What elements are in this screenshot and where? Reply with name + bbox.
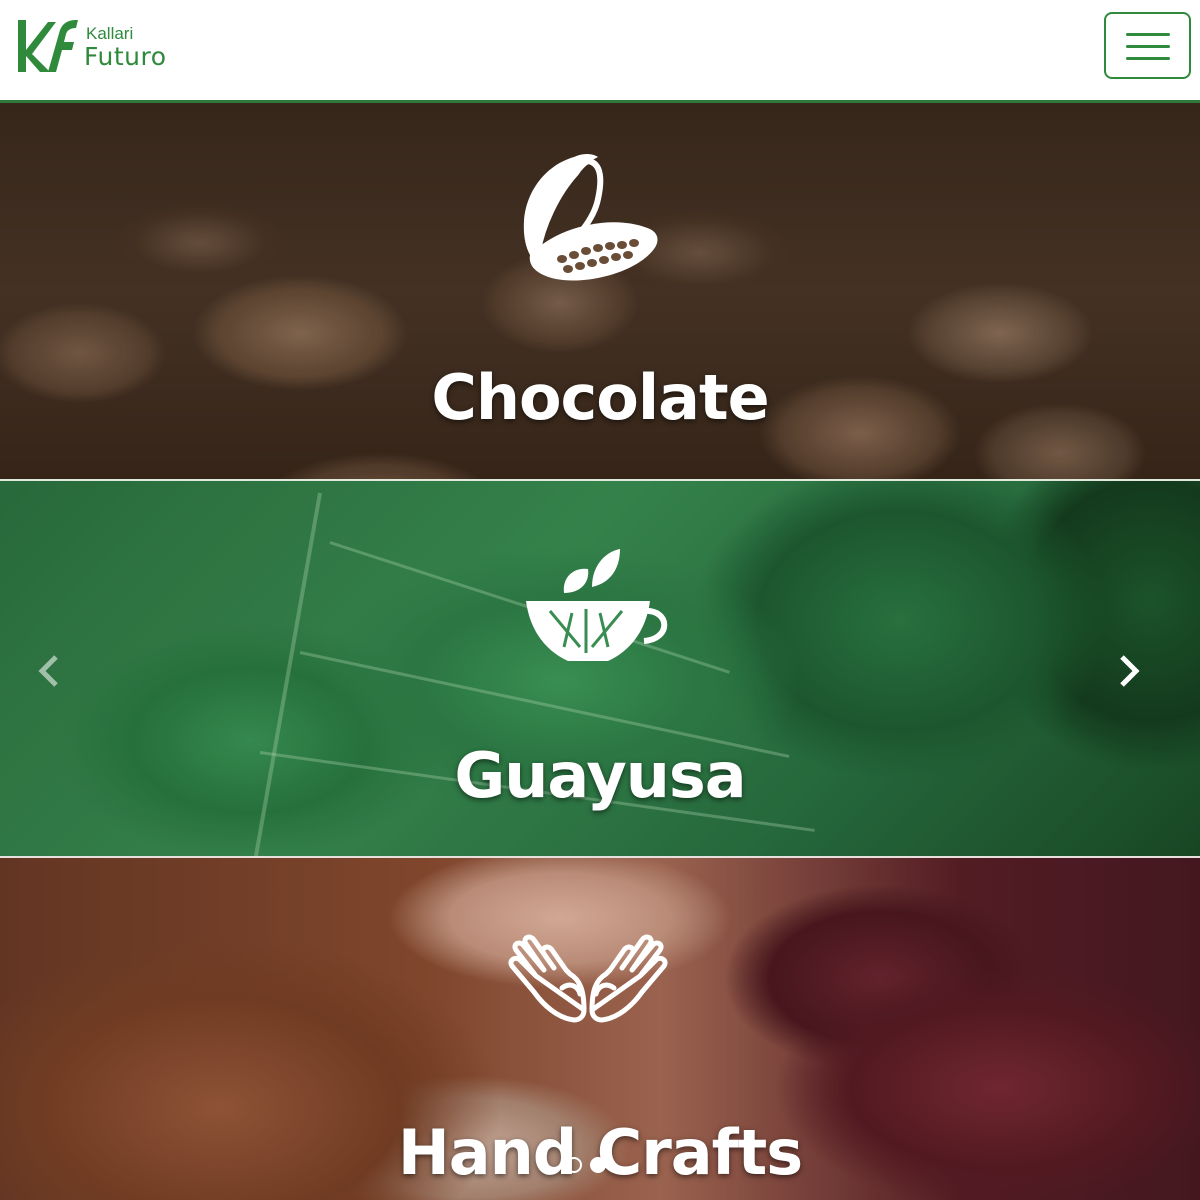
chevron-right-icon[interactable] <box>1110 651 1150 691</box>
category-title-guayusa: Guayusa <box>454 739 746 812</box>
carousel-indicators <box>560 1157 640 1177</box>
category-title-chocolate: Chocolate <box>431 361 769 434</box>
hamburger-menu-icon-bar <box>1126 57 1170 60</box>
kf-logo-mark-icon <box>18 20 78 72</box>
category-panel-hand-crafts[interactable]: Hand Crafts <box>0 856 1200 1200</box>
cacao-pod-icon <box>523 154 658 281</box>
chevron-left-icon[interactable] <box>30 651 70 691</box>
carousel-dot[interactable] <box>566 1157 582 1173</box>
carousel-dot-active[interactable] <box>590 1157 606 1173</box>
kallari-futuro-logo[interactable]: Kallari Futuro <box>14 14 184 76</box>
menu-toggle-button[interactable] <box>1104 12 1191 79</box>
open-hands-icon <box>508 934 668 1023</box>
category-panel-guayusa[interactable]: Guayusa <box>0 479 1200 856</box>
category-title-hand-crafts: Hand Crafts <box>397 1116 803 1189</box>
logo-text-futuro: Futuro <box>84 42 167 71</box>
tea-cup-leaves-icon <box>526 549 668 661</box>
site-header: Kallari Futuro <box>0 0 1200 103</box>
hamburger-menu-icon-bar <box>1126 33 1170 36</box>
logo-text-kallari: Kallari <box>86 24 134 43</box>
hamburger-menu-icon-bar <box>1126 45 1170 48</box>
category-panel-chocolate[interactable]: Chocolate <box>0 103 1200 479</box>
